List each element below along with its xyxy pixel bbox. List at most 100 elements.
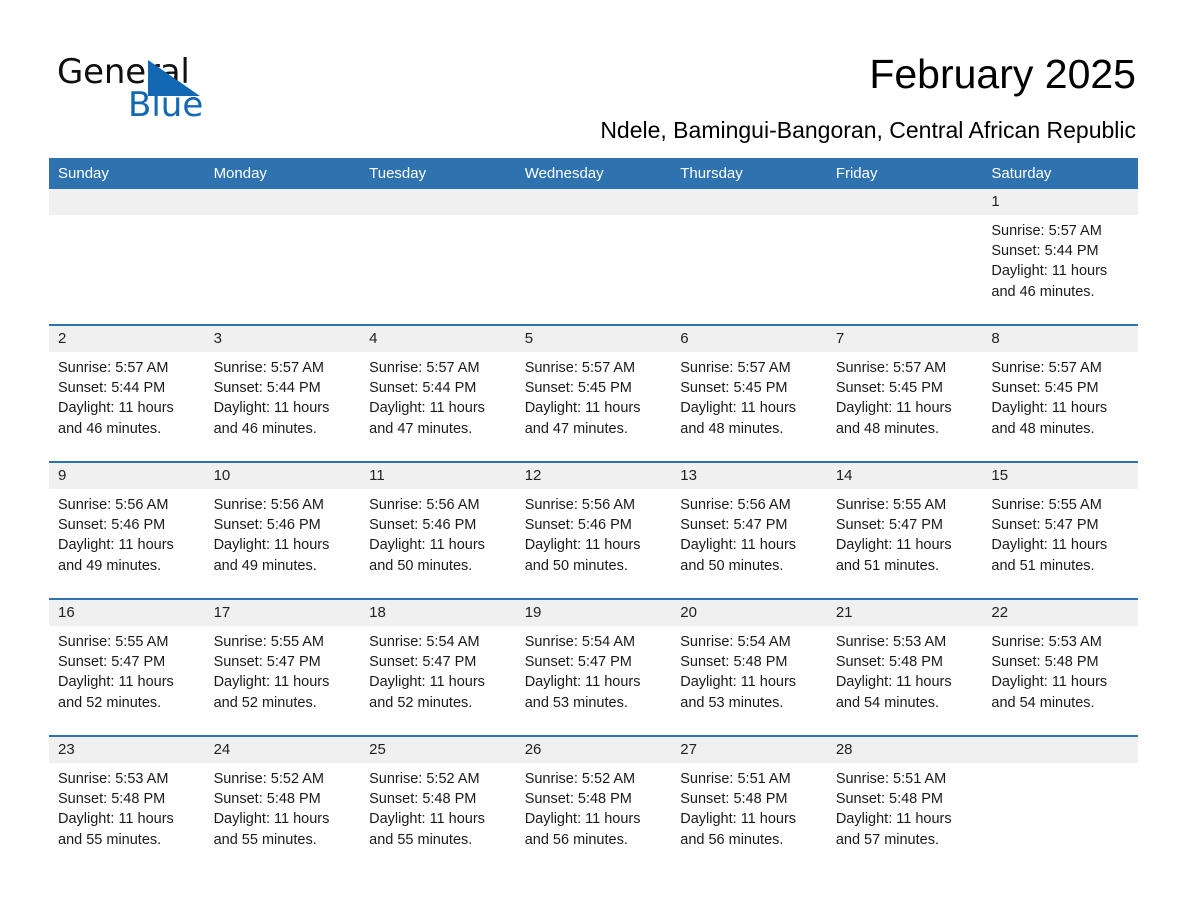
calendar-day-cell[interactable]: 9 Sunrise: 5:56 AM Sunset: 5:46 PM Daylight… <box>49 461 205 599</box>
day-number: 20 <box>671 600 827 626</box>
page-title: February 2025 <box>869 51 1136 97</box>
day-number: 25 <box>360 737 516 763</box>
sunset-text: Sunset: 5:47 PM <box>835 517 944 534</box>
calendar-day-cell[interactable]: 10 Sunrise: 5:56 AM Sunset: 5:46 PM Dayligh… <box>204 461 361 599</box>
day-number: 5 <box>515 326 672 352</box>
calendar-day-cell[interactable]: 3 Sunrise: 5:57 AM Sunset: 5:44 PM Daylight… <box>204 324 361 462</box>
calendar-day-cell[interactable]: 1 Sunrise: 5:57 AM Sunset: 5:44 PM Daylight… <box>982 189 1138 325</box>
calendar-day-cell[interactable]: 15 Sunrise: 5:55 AM Sunset: 5:47 PM Dayligh… <box>982 461 1138 599</box>
day-number: 15 <box>982 463 1138 489</box>
calendar-day-cell[interactable]: 17 Sunrise: 5:55 AM Sunset: 5:47 PM Dayligh… <box>204 598 361 736</box>
sunrise-text: Sunrise: 5:54 AM <box>524 634 636 650</box>
day-number: 14 <box>826 463 983 489</box>
calendar-day-cell[interactable]: 24 Sunrise: 5:52 AM Sunset: 5:48 PM Dayligh… <box>204 735 361 872</box>
sunset-text: Sunset: 5:46 PM <box>213 517 321 534</box>
day-number: 23 <box>49 737 205 763</box>
calendar-day-cell[interactable]: 25 Sunrise: 5:52 AM Sunset: 5:48 PM Dayligh… <box>360 735 516 872</box>
day-number: 17 <box>204 600 361 626</box>
calendar-day-cell <box>49 189 205 325</box>
calendar-day-cell[interactable]: 6 Sunrise: 5:57 AM Sunset: 5:45 PM Daylight… <box>671 324 827 462</box>
day-sun-info: Sunrise: 5:53 AM Sunset: 5:48 PM Daylight:… <box>827 626 983 713</box>
sunset-text: Sunset: 5:47 PM <box>213 654 321 671</box>
daylight-text-line1: Daylight: 11 hours <box>524 811 641 828</box>
daylight-text-line1: Daylight: 11 hours <box>58 674 174 691</box>
day-cell-inner: 7 Sunrise: 5:57 AM Sunset: 5:45 PM Daylight… <box>826 326 983 461</box>
calendar-day-cell[interactable]: 28 Sunrise: 5:51 AM Sunset: 5:48 PM Dayligh… <box>826 735 983 872</box>
calendar-day-cell[interactable]: 12 Sunrise: 5:56 AM Sunset: 5:46 PM Dayligh… <box>515 461 672 599</box>
day-sun-info: Sunrise: 5:54 AM Sunset: 5:47 PM Daylight:… <box>360 626 516 713</box>
sunrise-text: Sunrise: 5:57 AM <box>524 360 636 376</box>
sunset-text: Sunset: 5:48 PM <box>991 654 1099 671</box>
calendar-day-cell[interactable]: 22 Sunrise: 5:53 AM Sunset: 5:48 PM Dayligh… <box>982 598 1138 736</box>
day-cell-inner <box>49 189 205 324</box>
calendar-day-cell <box>826 189 983 325</box>
sunrise-text: Sunrise: 5:57 AM <box>369 360 480 376</box>
sunset-text: Sunset: 5:44 PM <box>213 380 321 397</box>
daylight-text-line1: Daylight: 11 hours <box>369 674 485 691</box>
day-number: 26 <box>515 737 672 763</box>
calendar-table: Sunday Monday Tuesday Wednesday Thursday… <box>49 158 1138 872</box>
sunrise-text: Sunrise: 5:52 AM <box>213 771 324 787</box>
daylight-text-line1: Daylight: 11 hours <box>524 400 641 417</box>
sunset-text: Sunset: 5:48 PM <box>680 791 788 808</box>
calendar-day-cell[interactable]: 13 Sunrise: 5:56 AM Sunset: 5:47 PM Dayligh… <box>671 461 827 599</box>
day-sun-info: Sunrise: 5:56 AM Sunset: 5:47 PM Daylight:… <box>671 489 827 576</box>
calendar-day-cell[interactable]: 5 Sunrise: 5:57 AM Sunset: 5:45 PM Daylight… <box>515 324 672 462</box>
sunset-text: Sunset: 5:44 PM <box>991 243 1099 260</box>
calendar-day-cell[interactable]: 18 Sunrise: 5:54 AM Sunset: 5:47 PM Dayligh… <box>360 598 516 736</box>
calendar-day-cell[interactable]: 27 Sunrise: 5:51 AM Sunset: 5:48 PM Dayligh… <box>671 735 827 872</box>
calendar-day-cell[interactable]: 23 Sunrise: 5:53 AM Sunset: 5:48 PM Dayligh… <box>49 735 205 872</box>
calendar-day-cell[interactable]: 20 Sunrise: 5:54 AM Sunset: 5:48 PM Dayligh… <box>671 598 827 736</box>
calendar-day-cell[interactable]: 4 Sunrise: 5:57 AM Sunset: 5:44 PM Daylight… <box>360 324 516 462</box>
calendar-day-cell[interactable]: 19 Sunrise: 5:54 AM Sunset: 5:47 PM Dayligh… <box>515 598 672 736</box>
day-cell-inner: 16 Sunrise: 5:55 AM Sunset: 5:47 PM Dayligh… <box>49 600 205 735</box>
sunrise-text: Sunrise: 5:57 AM <box>991 360 1102 376</box>
day-number: 13 <box>671 463 827 489</box>
sunrise-text: Sunrise: 5:55 AM <box>58 634 169 650</box>
day-sun-info: Sunrise: 5:57 AM Sunset: 5:44 PM Daylight:… <box>360 352 516 439</box>
sunrise-text: Sunrise: 5:56 AM <box>524 497 636 513</box>
calendar-day-cell[interactable]: 11 Sunrise: 5:56 AM Sunset: 5:46 PM Dayligh… <box>360 461 516 599</box>
sunrise-text: Sunrise: 5:56 AM <box>58 497 169 513</box>
sunrise-text: Sunrise: 5:53 AM <box>991 634 1102 650</box>
day-sun-info: Sunrise: 5:51 AM Sunset: 5:48 PM Daylight:… <box>827 763 983 850</box>
calendar-day-cell[interactable]: 7 Sunrise: 5:57 AM Sunset: 5:45 PM Daylight… <box>826 324 983 462</box>
sunset-text: Sunset: 5:48 PM <box>524 791 632 808</box>
daylight-text-line2: and 53 minutes. <box>524 694 628 711</box>
day-cell-inner: 20 Sunrise: 5:54 AM Sunset: 5:48 PM Dayligh… <box>671 600 827 735</box>
day-sun-info: Sunrise: 5:55 AM Sunset: 5:47 PM Daylight:… <box>982 489 1138 576</box>
day-sun-info: Sunrise: 5:56 AM Sunset: 5:46 PM Daylight:… <box>205 489 361 576</box>
daylight-text-line1: Daylight: 11 hours <box>213 400 330 417</box>
day-cell-inner <box>982 737 1138 872</box>
calendar-day-cell[interactable]: 8 Sunrise: 5:57 AM Sunset: 5:45 PM Daylight… <box>982 324 1138 462</box>
sunrise-text: Sunrise: 5:51 AM <box>835 771 947 787</box>
calendar-day-cell <box>204 189 361 325</box>
day-cell-inner <box>826 189 983 324</box>
sunset-text: Sunset: 5:45 PM <box>991 380 1099 397</box>
day-cell-inner: 23 Sunrise: 5:53 AM Sunset: 5:48 PM Dayligh… <box>49 737 205 872</box>
sunset-text: Sunset: 5:46 PM <box>369 517 477 534</box>
sunrise-text: Sunrise: 5:56 AM <box>213 497 324 513</box>
calendar-day-cell[interactable]: 21 Sunrise: 5:53 AM Sunset: 5:48 PM Dayligh… <box>826 598 983 736</box>
page-subtitle: Ndele, Bamingui-Bangoran, Central Africa… <box>600 117 1136 143</box>
sunrise-text: Sunrise: 5:55 AM <box>835 497 947 513</box>
calendar-day-cell[interactable]: 26 Sunrise: 5:52 AM Sunset: 5:48 PM Dayligh… <box>515 735 672 872</box>
sunrise-text: Sunrise: 5:56 AM <box>369 497 480 513</box>
sunset-text: Sunset: 5:48 PM <box>58 791 166 808</box>
calendar-day-cell[interactable]: 2 Sunrise: 5:57 AM Sunset: 5:44 PM Daylight… <box>49 324 205 462</box>
daylight-text-line2: and 52 minutes. <box>369 694 473 711</box>
day-sun-info: Sunrise: 5:56 AM Sunset: 5:46 PM Daylight:… <box>360 489 516 576</box>
sunset-text: Sunset: 5:48 PM <box>213 791 321 808</box>
sunset-text: Sunset: 5:47 PM <box>369 654 477 671</box>
calendar-day-cell[interactable]: 16 Sunrise: 5:55 AM Sunset: 5:47 PM Dayligh… <box>49 598 205 736</box>
daylight-text-line2: and 53 minutes. <box>680 694 784 711</box>
sunrise-text: Sunrise: 5:52 AM <box>369 771 480 787</box>
daylight-text-line2: and 48 minutes. <box>991 420 1095 437</box>
day-cell-inner <box>671 189 827 324</box>
daylight-text-line2: and 51 minutes. <box>835 557 939 574</box>
daylight-text-line2: and 51 minutes. <box>991 557 1095 574</box>
daylight-text-line1: Daylight: 11 hours <box>680 400 797 417</box>
calendar-day-cell[interactable]: 14 Sunrise: 5:55 AM Sunset: 5:47 PM Dayligh… <box>826 461 983 599</box>
day-cell-inner: 8 Sunrise: 5:57 AM Sunset: 5:45 PM Daylight… <box>982 326 1138 461</box>
sunrise-text: Sunrise: 5:52 AM <box>524 771 636 787</box>
